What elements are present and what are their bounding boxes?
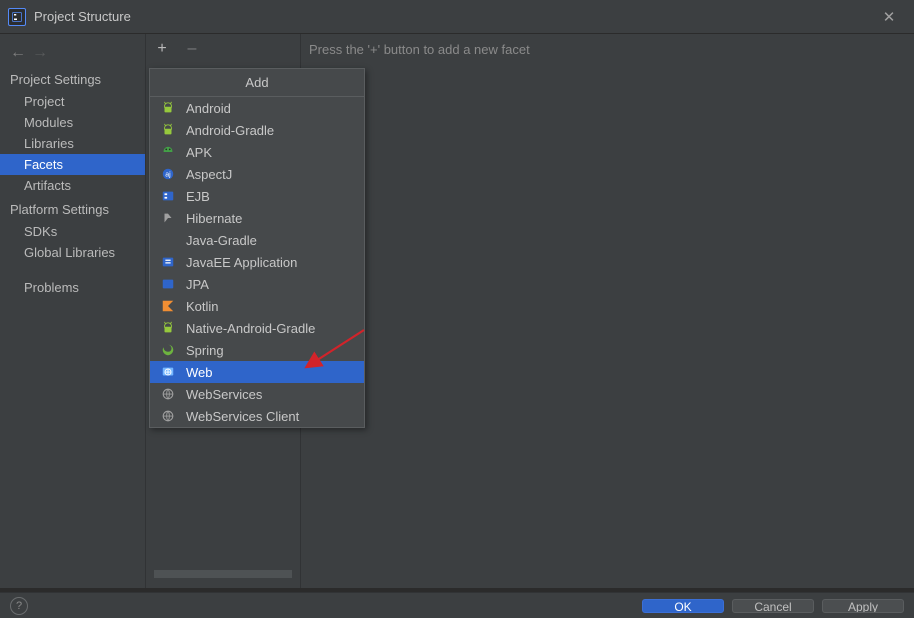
- facet-toolbar: + –: [146, 34, 300, 64]
- dropdown-item-java-gradle[interactable]: Java-Gradle: [150, 229, 364, 251]
- ejb-icon: [160, 188, 176, 204]
- sidebar-item-facets[interactable]: Facets: [0, 154, 145, 175]
- svg-text:aj: aj: [165, 172, 171, 179]
- ok-button[interactable]: OK: [642, 599, 724, 613]
- help-button[interactable]: ?: [10, 597, 28, 615]
- dropdown-item-label: Android-Gradle: [186, 123, 274, 138]
- forward-arrow-icon[interactable]: →: [32, 45, 48, 61]
- sidebar-item-artifacts[interactable]: Artifacts: [0, 175, 145, 196]
- dropdown-item-android-gradle[interactable]: Android-Gradle: [150, 119, 364, 141]
- dropdown-item-aspectj[interactable]: aj AspectJ: [150, 163, 364, 185]
- window-title: Project Structure: [34, 9, 131, 24]
- spring-icon: [160, 342, 176, 358]
- main-panel: Press the '+' button to add a new facet: [301, 34, 914, 588]
- hibernate-icon: [160, 210, 176, 226]
- app-icon: [8, 8, 26, 26]
- section-project-settings: Project Settings: [0, 66, 145, 91]
- dropdown-title: Add: [150, 69, 364, 97]
- web-icon: [160, 364, 176, 380]
- dropdown-item-webservices[interactable]: WebServices: [150, 383, 364, 405]
- dropdown-item-label: Java-Gradle: [186, 233, 257, 248]
- dropdown-item-label: Hibernate: [186, 211, 242, 226]
- jpa-icon: [160, 276, 176, 292]
- dropdown-item-label: WebServices Client: [186, 409, 299, 424]
- dropdown-item-label: EJB: [186, 189, 210, 204]
- apk-icon: [160, 144, 176, 160]
- empty-hint: Press the '+' button to add a new facet: [301, 34, 914, 65]
- dropdown-item-label: WebServices: [186, 387, 262, 402]
- android-icon: [160, 100, 176, 116]
- javaee-icon: [160, 254, 176, 270]
- sidebar-item-project[interactable]: Project: [0, 91, 145, 112]
- dropdown-item-jpa[interactable]: JPA: [150, 273, 364, 295]
- dropdown-item-native-android-gradle[interactable]: Native-Android-Gradle: [150, 317, 364, 339]
- sidebar-item-modules[interactable]: Modules: [0, 112, 145, 133]
- remove-facet-button[interactable]: –: [184, 40, 200, 58]
- dropdown-item-label: Android: [186, 101, 231, 116]
- title-bar: Project Structure ✕: [0, 0, 914, 34]
- sidebar-item-problems[interactable]: Problems: [0, 277, 145, 298]
- body: ← → Project Settings Project Modules Lib…: [0, 34, 914, 588]
- dropdown-item-spring[interactable]: Spring: [150, 339, 364, 361]
- dropdown-item-label: Native-Android-Gradle: [186, 321, 315, 336]
- apply-button[interactable]: Apply: [822, 599, 904, 613]
- cancel-button[interactable]: Cancel: [732, 599, 814, 613]
- list-scrollbar-placeholder: [154, 570, 292, 578]
- dialog-footer: ? OK Cancel Apply: [0, 592, 914, 618]
- sidebar-item-global-libraries[interactable]: Global Libraries: [0, 242, 145, 263]
- sidebar-item-sdks[interactable]: SDKs: [0, 221, 145, 242]
- sidebar: ← → Project Settings Project Modules Lib…: [0, 34, 145, 588]
- aspectj-icon: aj: [160, 166, 176, 182]
- dropdown-item-label: Spring: [186, 343, 224, 358]
- add-facet-button[interactable]: +: [154, 40, 170, 58]
- dropdown-item-kotlin[interactable]: Kotlin: [150, 295, 364, 317]
- dropdown-item-hibernate[interactable]: Hibernate: [150, 207, 364, 229]
- close-button[interactable]: ✕: [872, 8, 906, 26]
- dropdown-item-label: APK: [186, 145, 212, 160]
- kotlin-icon: [160, 298, 176, 314]
- dropdown-item-javaee-application[interactable]: JavaEE Application: [150, 251, 364, 273]
- dropdown-item-label: AspectJ: [186, 167, 232, 182]
- dropdown-item-label: JavaEE Application: [186, 255, 297, 270]
- android-icon: [160, 320, 176, 336]
- dropdown-item-apk[interactable]: APK: [150, 141, 364, 163]
- globe-icon: [160, 386, 176, 402]
- android-icon: [160, 122, 176, 138]
- globe-icon: [160, 408, 176, 424]
- dropdown-item-android[interactable]: Android: [150, 97, 364, 119]
- nav-back-forward: ← →: [0, 40, 145, 66]
- dropdown-item-label: Web: [186, 365, 213, 380]
- dropdown-item-label: Kotlin: [186, 299, 219, 314]
- dropdown-item-ejb[interactable]: EJB: [150, 185, 364, 207]
- add-facet-dropdown: Add Android Android-Gradle APK aj AspectJ EJB…: [149, 68, 365, 428]
- dropdown-item-webservices-client[interactable]: WebServices Client: [150, 405, 364, 427]
- blank-icon: [160, 232, 176, 248]
- dropdown-item-web[interactable]: Web: [150, 361, 364, 383]
- section-platform-settings: Platform Settings: [0, 196, 145, 221]
- sidebar-item-libraries[interactable]: Libraries: [0, 133, 145, 154]
- back-arrow-icon[interactable]: ←: [10, 45, 26, 61]
- dropdown-item-label: JPA: [186, 277, 209, 292]
